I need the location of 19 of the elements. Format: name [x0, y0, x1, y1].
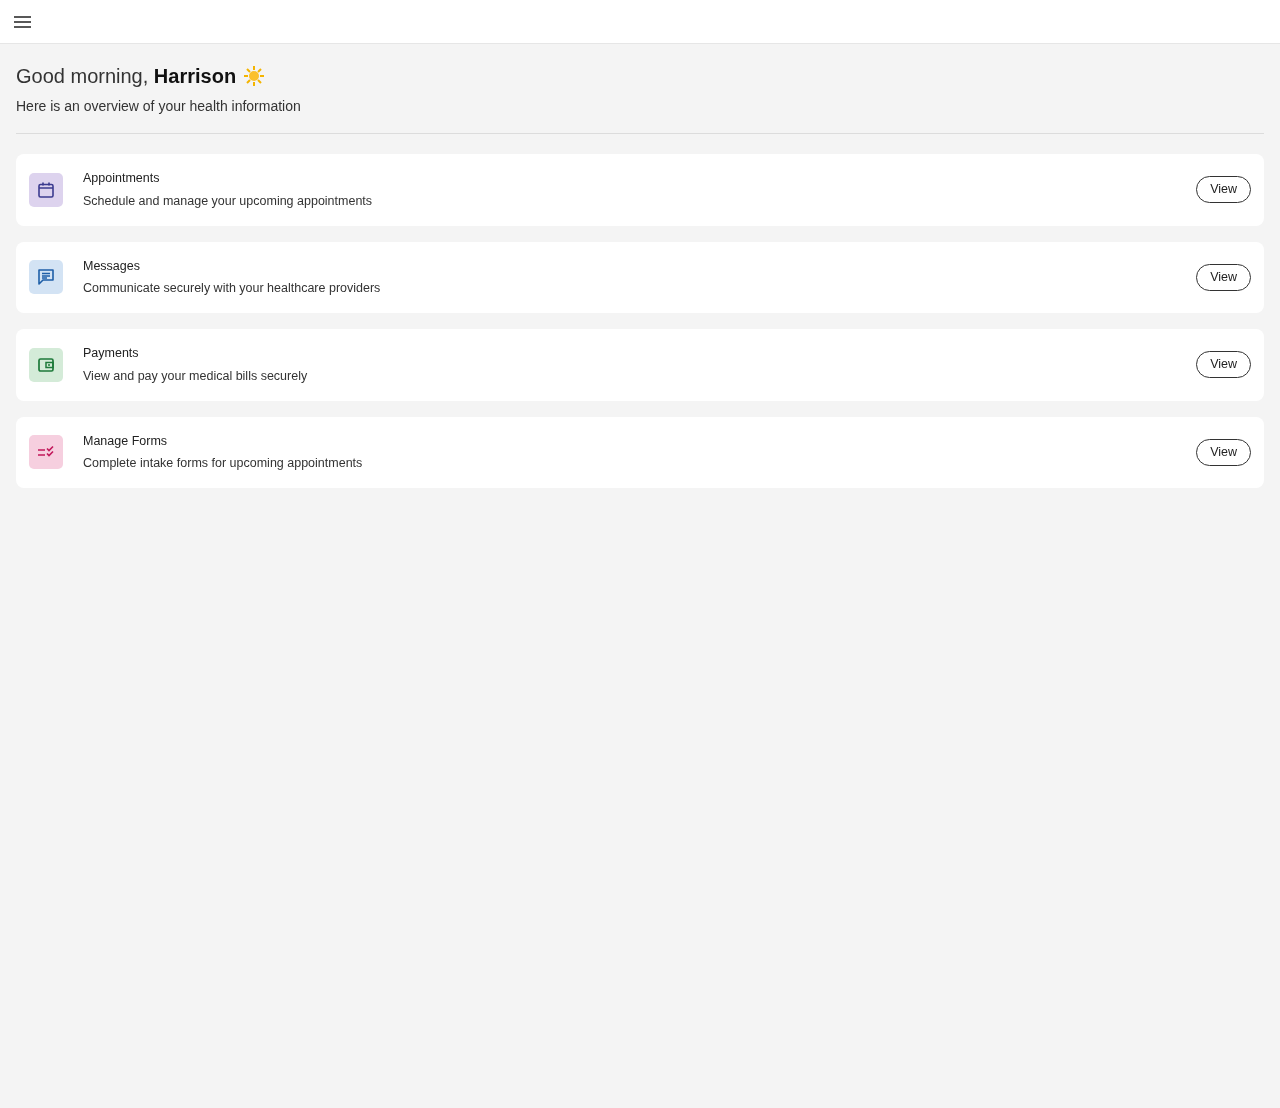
view-button[interactable]: View — [1196, 263, 1251, 291]
card-description: View and pay your medical bills securely — [83, 367, 309, 385]
card-title: Appointments — [83, 170, 161, 187]
card-description: Schedule and manage your upcoming appointments — [83, 192, 374, 210]
card-title: Messages — [83, 257, 141, 275]
card-description: Communicate securely with your healthcare providers — [83, 280, 382, 298]
calendar-icon — [37, 180, 55, 199]
card-title: Payments — [83, 345, 140, 362]
greeting: Good morning, Harrison — [16, 64, 237, 88]
view-button[interactable]: View — [1196, 438, 1251, 466]
wallet-icon — [37, 355, 55, 374]
view-button[interactable]: View — [1196, 176, 1251, 204]
sun-icon — [244, 66, 265, 86]
subtitle: Here is an overview of your health information — [16, 97, 302, 116]
card-title: Manage Forms — [83, 432, 169, 450]
chat-icon — [37, 268, 55, 287]
menu-icon[interactable] — [14, 15, 31, 28]
view-button[interactable]: View — [1196, 351, 1251, 379]
card-description: Complete intake forms for upcoming appointments — [83, 455, 364, 473]
